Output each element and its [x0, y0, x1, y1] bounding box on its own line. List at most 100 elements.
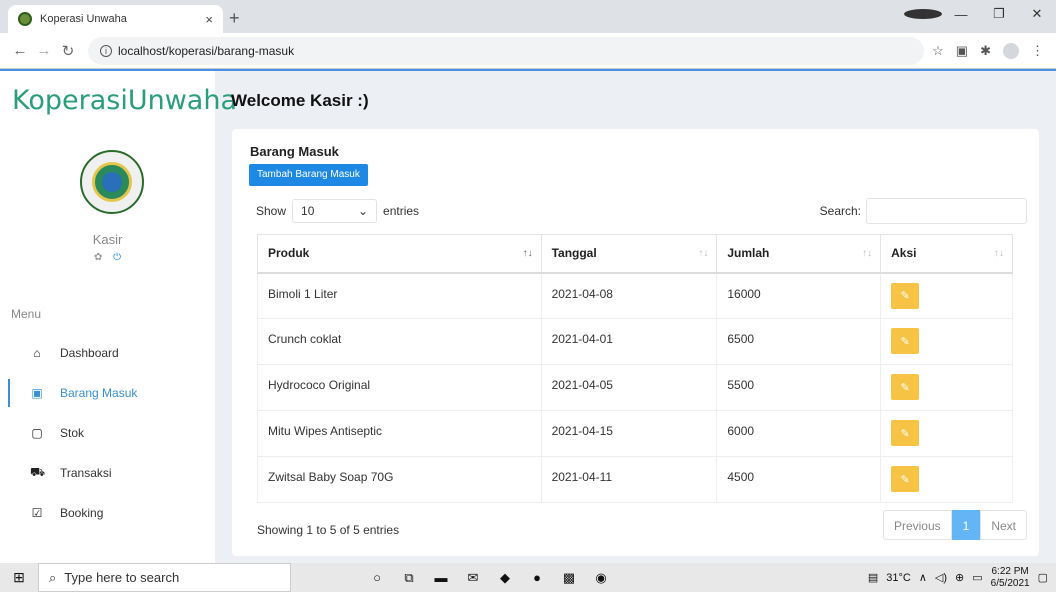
cell-jumlah: 6000: [716, 410, 882, 457]
sidebar-item-stok[interactable]: ▢ Stok: [0, 413, 215, 453]
sidebar-item-barang-masuk[interactable]: ▣ Barang Masuk: [0, 373, 215, 413]
column-header-aksi[interactable]: Aksi ↑↓: [880, 234, 1013, 274]
edit-button[interactable]: ✎: [891, 466, 920, 492]
edit-button[interactable]: ✎: [891, 374, 920, 400]
reload-icon[interactable]: ↻: [56, 42, 80, 60]
sort-icon: ↑↓: [862, 248, 873, 259]
weather-icon[interactable]: ▤: [868, 571, 878, 584]
profile-icon[interactable]: [904, 7, 942, 22]
tab-title: Koperasi Unwaha: [40, 13, 127, 25]
entries-label: entries: [383, 204, 420, 218]
pagination-page-button[interactable]: 1: [951, 510, 981, 540]
mail-icon[interactable]: ✉: [457, 570, 489, 586]
pagination-previous-button[interactable]: Previous: [882, 510, 952, 540]
pencil-icon: ✎: [900, 335, 910, 348]
sidebar-item-dashboard[interactable]: ⌂ Dashboard: [0, 333, 215, 373]
cell-aksi: ✎: [880, 272, 1013, 319]
sidebar-item-label: Barang Masuk: [60, 386, 138, 400]
network-icon[interactable]: ⊕: [955, 571, 964, 584]
cell-jumlah: 4500: [716, 456, 882, 503]
pagination-next-button[interactable]: Next: [980, 510, 1027, 540]
clock[interactable]: 6:22 PM 6/5/2021: [991, 566, 1030, 590]
sidebar-item-booking[interactable]: ☑ Booking: [0, 493, 215, 533]
cell-produk: Hydrococo Original: [257, 364, 542, 411]
sidebar-item-label: Booking: [60, 506, 104, 520]
settings-gear-icon[interactable]: ✿: [94, 252, 102, 263]
table-row: Zwitsal Baby Soap 70G 2021-04-11 4500 ✎: [257, 456, 1013, 503]
card-title: Barang Masuk: [250, 144, 339, 159]
edit-button[interactable]: ✎: [891, 420, 920, 446]
cell-tanggal: 2021-04-01: [540, 318, 718, 365]
address-bar: ← → ↻ i localhost/koperasi/barang-masuk …: [0, 33, 1056, 69]
column-header-jumlah[interactable]: Jumlah ↑↓: [716, 234, 882, 274]
taskbar: ⊞ ⌕ Type here to search ○ ⧉ ▬ ✉ ◆ ● ▩ ◉ …: [0, 563, 1056, 592]
battery-icon[interactable]: ▭: [972, 571, 982, 584]
entries-select[interactable]: 10 ⌄: [292, 199, 378, 223]
task-view-icon[interactable]: ⧉: [393, 570, 425, 586]
edit-button[interactable]: ✎: [891, 282, 920, 309]
sublime-text-icon[interactable]: ◆: [489, 570, 521, 586]
extension-box-icon[interactable]: ▣: [956, 43, 968, 59]
pencil-icon: ✎: [900, 381, 910, 394]
close-window-icon[interactable]: ✕: [1018, 6, 1056, 22]
search-input[interactable]: [866, 198, 1027, 224]
file-explorer-icon[interactable]: ▬: [425, 570, 457, 586]
pencil-icon: ✎: [900, 290, 910, 302]
edit-button[interactable]: ✎: [891, 328, 920, 354]
entries-value: 10: [301, 204, 315, 218]
url-input[interactable]: i localhost/koperasi/barang-masuk: [88, 36, 925, 65]
volume-icon[interactable]: ◁): [935, 571, 947, 584]
cortana-icon[interactable]: ○: [361, 570, 393, 586]
windows-start-icon[interactable]: ⊞: [0, 569, 38, 586]
sidebar: KoperasiUnwaha Kasir ✿ ⏻ Menu ⌂ Dashboar…: [0, 71, 237, 563]
table-search: Search:: [820, 198, 1027, 224]
cell-produk: Bimoli 1 Liter: [257, 272, 542, 319]
chrome-icon[interactable]: ◉: [585, 570, 617, 586]
entries-length-control: Show 10 ⌄ entries: [256, 199, 419, 223]
cell-aksi: ✎: [880, 456, 1013, 503]
sort-icon: ↑↓: [522, 248, 533, 259]
add-barang-masuk-button[interactable]: Tambah Barang Masuk: [249, 164, 368, 186]
cell-tanggal: 2021-04-15: [540, 410, 718, 457]
minimize-icon[interactable]: —: [942, 7, 980, 22]
tab-close-icon[interactable]: ×: [205, 12, 213, 27]
home-icon: ⌂: [33, 346, 41, 360]
table-info: Showing 1 to 5 of 5 entries: [257, 523, 400, 537]
taskbar-search-input[interactable]: ⌕ Type here to search: [38, 563, 291, 592]
restore-icon[interactable]: ❐: [980, 6, 1018, 22]
column-header-tanggal[interactable]: Tanggal ↑↓: [540, 234, 718, 274]
sidebar-item-transaksi[interactable]: ⛟ Transaksi: [0, 453, 215, 493]
window-controls: — ❐ ✕: [904, 0, 1056, 28]
show-label: Show: [256, 204, 287, 218]
cell-produk: Mitu Wipes Antiseptic: [257, 410, 542, 457]
brand-logo-text[interactable]: KoperasiUnwaha: [12, 85, 237, 116]
table-row: Mitu Wipes Antiseptic 2021-04-15 6000 ✎: [257, 410, 1013, 457]
account-avatar[interactable]: [1003, 42, 1019, 59]
notification-icon[interactable]: ▢: [1038, 571, 1048, 584]
column-header-produk[interactable]: Produk ↑↓: [257, 234, 542, 274]
power-icon[interactable]: ⏻: [113, 252, 121, 263]
sort-icon: ↑↓: [698, 248, 709, 259]
cell-jumlah: 6500: [716, 318, 882, 365]
info-icon[interactable]: i: [100, 44, 112, 57]
checkbox-icon: ☑: [31, 506, 43, 520]
back-icon[interactable]: ←: [8, 42, 32, 59]
table-row: Crunch coklat 2021-04-01 6500 ✎: [257, 318, 1013, 365]
chevron-up-icon[interactable]: ∧: [919, 571, 927, 584]
sidebar-menu: ⌂ Dashboard ▣ Barang Masuk ▢ Stok ⛟ Tran…: [0, 333, 215, 533]
bookmark-star-icon[interactable]: ☆: [932, 43, 944, 59]
browser-tab[interactable]: Koperasi Unwaha ×: [8, 5, 223, 33]
url-text: localhost/koperasi/barang-masuk: [118, 43, 295, 58]
xampp-icon[interactable]: ▩: [553, 570, 585, 586]
cell-aksi: ✎: [880, 364, 1013, 411]
new-tab-button[interactable]: +: [229, 8, 240, 29]
clock-date: 6/5/2021: [990, 577, 1030, 589]
sidebar-item-label: Stok: [60, 426, 85, 440]
system-tray: ▤ 31°C ∧ ◁) ⊕ ▭ 6:22 PM 6/5/2021 ▢: [868, 566, 1056, 590]
cart-icon: ⛟: [30, 465, 46, 479]
sidebar-item-label: Transaksi: [60, 466, 112, 480]
forward-icon[interactable]: →: [32, 42, 56, 59]
edge-icon[interactable]: ●: [521, 570, 553, 586]
more-menu-icon[interactable]: ⋮: [1031, 43, 1044, 59]
puzzle-icon[interactable]: ✱: [980, 43, 991, 59]
